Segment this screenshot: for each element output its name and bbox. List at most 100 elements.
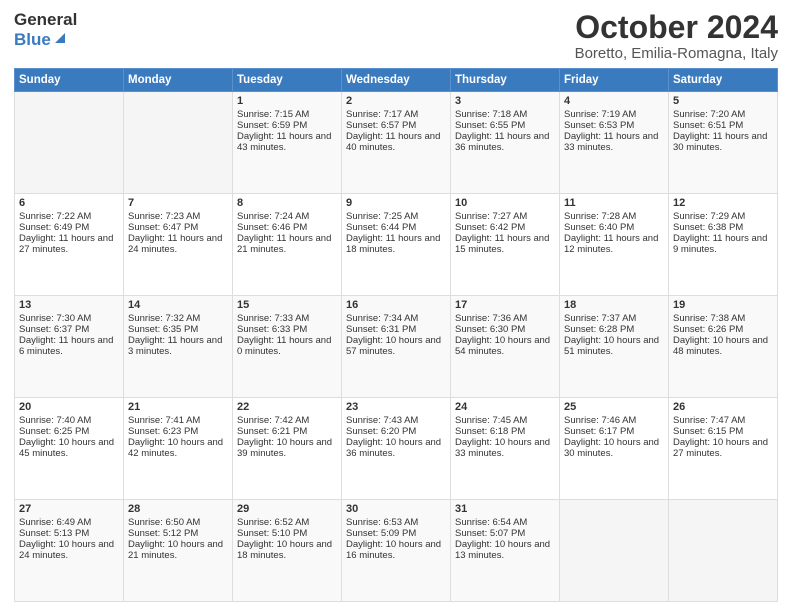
logo: General Blue — [14, 10, 77, 49]
calendar-week-row: 1Sunrise: 7:15 AMSunset: 6:59 PMDaylight… — [15, 92, 778, 194]
sunset-text: Sunset: 6:21 PM — [237, 426, 337, 437]
daylight-text: Daylight: 10 hours and 27 minutes. — [673, 437, 773, 459]
daylight-text: Daylight: 10 hours and 33 minutes. — [455, 437, 555, 459]
day-number: 25 — [564, 401, 664, 413]
daylight-text: Daylight: 11 hours and 6 minutes. — [19, 335, 119, 357]
daylight-text: Daylight: 10 hours and 21 minutes. — [128, 539, 228, 561]
calendar-cell: 28Sunrise: 6:50 AMSunset: 5:12 PMDayligh… — [124, 500, 233, 602]
sunset-text: Sunset: 6:26 PM — [673, 324, 773, 335]
calendar-cell: 12Sunrise: 7:29 AMSunset: 6:38 PMDayligh… — [669, 194, 778, 296]
daylight-text: Daylight: 11 hours and 12 minutes. — [564, 233, 664, 255]
sunrise-text: Sunrise: 7:22 AM — [19, 211, 119, 222]
calendar-cell: 29Sunrise: 6:52 AMSunset: 5:10 PMDayligh… — [233, 500, 342, 602]
sunrise-text: Sunrise: 7:17 AM — [346, 109, 446, 120]
calendar-cell: 18Sunrise: 7:37 AMSunset: 6:28 PMDayligh… — [560, 296, 669, 398]
sunrise-text: Sunrise: 6:49 AM — [19, 517, 119, 528]
sunrise-text: Sunrise: 7:28 AM — [564, 211, 664, 222]
sunset-text: Sunset: 6:33 PM — [237, 324, 337, 335]
day-number: 21 — [128, 401, 228, 413]
sunrise-text: Sunrise: 7:37 AM — [564, 313, 664, 324]
sunset-text: Sunset: 5:12 PM — [128, 528, 228, 539]
page: General Blue October 2024 Boretto, Emili… — [0, 0, 792, 612]
title-block: October 2024 Boretto, Emilia-Romagna, It… — [575, 10, 778, 62]
calendar-cell: 7Sunrise: 7:23 AMSunset: 6:47 PMDaylight… — [124, 194, 233, 296]
calendar-subtitle: Boretto, Emilia-Romagna, Italy — [575, 45, 778, 62]
day-number: 17 — [455, 299, 555, 311]
daylight-text: Daylight: 11 hours and 0 minutes. — [237, 335, 337, 357]
daylight-text: Daylight: 10 hours and 42 minutes. — [128, 437, 228, 459]
sunrise-text: Sunrise: 6:52 AM — [237, 517, 337, 528]
daylight-text: Daylight: 11 hours and 18 minutes. — [346, 233, 446, 255]
daylight-text: Daylight: 10 hours and 51 minutes. — [564, 335, 664, 357]
daylight-text: Daylight: 11 hours and 3 minutes. — [128, 335, 228, 357]
daylight-text: Daylight: 11 hours and 27 minutes. — [19, 233, 119, 255]
calendar-title: October 2024 — [575, 10, 778, 45]
day-number: 29 — [237, 503, 337, 515]
sunset-text: Sunset: 6:18 PM — [455, 426, 555, 437]
calendar-cell: 25Sunrise: 7:46 AMSunset: 6:17 PMDayligh… — [560, 398, 669, 500]
calendar-cell — [15, 92, 124, 194]
sunrise-text: Sunrise: 7:45 AM — [455, 415, 555, 426]
header-tuesday: Tuesday — [233, 69, 342, 92]
daylight-text: Daylight: 11 hours and 40 minutes. — [346, 131, 446, 153]
day-number: 5 — [673, 95, 773, 107]
sunset-text: Sunset: 6:30 PM — [455, 324, 555, 335]
sunrise-text: Sunrise: 7:30 AM — [19, 313, 119, 324]
daylight-text: Daylight: 10 hours and 30 minutes. — [564, 437, 664, 459]
daylight-text: Daylight: 11 hours and 15 minutes. — [455, 233, 555, 255]
day-number: 2 — [346, 95, 446, 107]
sunrise-text: Sunrise: 7:15 AM — [237, 109, 337, 120]
calendar-cell: 11Sunrise: 7:28 AMSunset: 6:40 PMDayligh… — [560, 194, 669, 296]
calendar-week-row: 27Sunrise: 6:49 AMSunset: 5:13 PMDayligh… — [15, 500, 778, 602]
header-sunday: Sunday — [15, 69, 124, 92]
sunset-text: Sunset: 6:35 PM — [128, 324, 228, 335]
calendar-cell — [124, 92, 233, 194]
daylight-text: Daylight: 10 hours and 48 minutes. — [673, 335, 773, 357]
daylight-text: Daylight: 11 hours and 24 minutes. — [128, 233, 228, 255]
calendar-cell: 8Sunrise: 7:24 AMSunset: 6:46 PMDaylight… — [233, 194, 342, 296]
sunrise-text: Sunrise: 7:41 AM — [128, 415, 228, 426]
sunrise-text: Sunrise: 7:43 AM — [346, 415, 446, 426]
sunset-text: Sunset: 6:57 PM — [346, 120, 446, 131]
calendar-cell: 20Sunrise: 7:40 AMSunset: 6:25 PMDayligh… — [15, 398, 124, 500]
day-number: 8 — [237, 197, 337, 209]
daylight-text: Daylight: 11 hours and 9 minutes. — [673, 233, 773, 255]
day-number: 18 — [564, 299, 664, 311]
day-number: 7 — [128, 197, 228, 209]
calendar-cell: 27Sunrise: 6:49 AMSunset: 5:13 PMDayligh… — [15, 500, 124, 602]
header-monday: Monday — [124, 69, 233, 92]
calendar-week-row: 6Sunrise: 7:22 AMSunset: 6:49 PMDaylight… — [15, 194, 778, 296]
calendar-cell: 9Sunrise: 7:25 AMSunset: 6:44 PMDaylight… — [342, 194, 451, 296]
daylight-text: Daylight: 10 hours and 36 minutes. — [346, 437, 446, 459]
day-number: 19 — [673, 299, 773, 311]
logo-text: General Blue — [14, 10, 77, 49]
day-number: 23 — [346, 401, 446, 413]
sunrise-text: Sunrise: 7:19 AM — [564, 109, 664, 120]
day-number: 31 — [455, 503, 555, 515]
sunset-text: Sunset: 5:07 PM — [455, 528, 555, 539]
day-number: 26 — [673, 401, 773, 413]
header-thursday: Thursday — [451, 69, 560, 92]
sunset-text: Sunset: 6:46 PM — [237, 222, 337, 233]
sunrise-text: Sunrise: 7:29 AM — [673, 211, 773, 222]
calendar-cell: 1Sunrise: 7:15 AMSunset: 6:59 PMDaylight… — [233, 92, 342, 194]
sunset-text: Sunset: 6:23 PM — [128, 426, 228, 437]
day-number: 22 — [237, 401, 337, 413]
daylight-text: Daylight: 10 hours and 13 minutes. — [455, 539, 555, 561]
day-number: 16 — [346, 299, 446, 311]
sunset-text: Sunset: 6:59 PM — [237, 120, 337, 131]
logo-general: General — [14, 10, 77, 30]
header-saturday: Saturday — [669, 69, 778, 92]
day-number: 28 — [128, 503, 228, 515]
sunrise-text: Sunrise: 7:18 AM — [455, 109, 555, 120]
calendar-cell: 14Sunrise: 7:32 AMSunset: 6:35 PMDayligh… — [124, 296, 233, 398]
calendar-cell: 3Sunrise: 7:18 AMSunset: 6:55 PMDaylight… — [451, 92, 560, 194]
sunset-text: Sunset: 6:15 PM — [673, 426, 773, 437]
calendar-week-row: 20Sunrise: 7:40 AMSunset: 6:25 PMDayligh… — [15, 398, 778, 500]
calendar-cell: 10Sunrise: 7:27 AMSunset: 6:42 PMDayligh… — [451, 194, 560, 296]
day-number: 9 — [346, 197, 446, 209]
daylight-text: Daylight: 10 hours and 18 minutes. — [237, 539, 337, 561]
calendar-cell: 31Sunrise: 6:54 AMSunset: 5:07 PMDayligh… — [451, 500, 560, 602]
calendar-cell: 24Sunrise: 7:45 AMSunset: 6:18 PMDayligh… — [451, 398, 560, 500]
calendar-cell: 4Sunrise: 7:19 AMSunset: 6:53 PMDaylight… — [560, 92, 669, 194]
